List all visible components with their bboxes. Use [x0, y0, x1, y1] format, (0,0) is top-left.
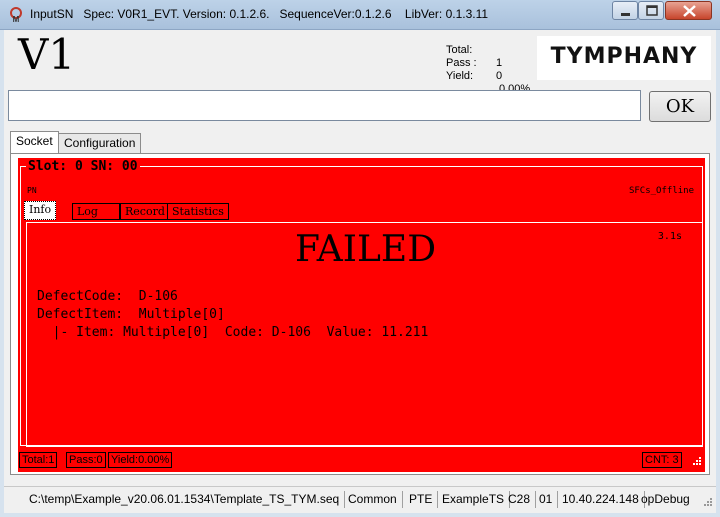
status-yield: Yield:0.00% — [108, 452, 173, 468]
title-bar[interactable]: M InputSN Spec: V0R1_EVT. Version: 0.1.2… — [0, 0, 720, 30]
mode-label: SFCs_Offline — [628, 186, 694, 196]
status-pass: Pass:0 — [66, 452, 106, 468]
station-name: V1 — [18, 30, 76, 79]
ok-button[interactable]: OK — [649, 91, 711, 122]
status-common: Common — [343, 491, 403, 508]
slot-title: Slot: 0 SN: 00 — [26, 159, 140, 174]
svg-text:M: M — [13, 15, 20, 23]
maximize-button[interactable] — [638, 1, 664, 20]
stat-yield: Yield: 0.00% — [446, 57, 530, 95]
stat-total: Total: 1 — [446, 31, 502, 69]
minimize-button[interactable] — [612, 1, 638, 20]
socket-frame: PN SFCs_Offline Info Log Record Statisti… — [20, 166, 703, 447]
status-total: Total:1 — [19, 452, 58, 468]
window-title: InputSN Spec: V0R1_EVT. Version: 0.1.2.6… — [30, 7, 489, 21]
app-icon: M — [10, 7, 22, 23]
subtab-statistics[interactable]: Statistics — [167, 203, 229, 220]
subtab-log[interactable]: Log — [72, 203, 120, 220]
status-01: 01 — [534, 491, 559, 508]
stat-pass: Pass : 0 — [446, 44, 502, 82]
close-button[interactable] — [665, 1, 712, 20]
company-logo: TYMPHANY — [537, 36, 711, 80]
close-icon — [683, 5, 696, 17]
defect-item: DefectItem: Multiple[0] — [37, 307, 225, 322]
stat-label: Yield: — [446, 70, 474, 82]
maximize-icon — [646, 5, 658, 16]
resize-grip-icon[interactable] — [690, 456, 702, 468]
pn-label: PN — [27, 186, 37, 195]
minimize-icon — [621, 13, 630, 16]
status-count: CNT: 3 — [642, 452, 682, 468]
serial-number-input[interactable] — [8, 90, 641, 121]
defect-code: DefectCode: D-106 — [37, 289, 178, 304]
logo-text: TYMPHANY — [550, 44, 698, 69]
elapsed-time: 3.1s — [657, 231, 682, 242]
defect-item-detail: |- Item: Multiple[0] Code: D-106 Value: … — [37, 325, 429, 340]
status-ip-address: 10.40.224.148 — [557, 491, 645, 508]
status-mode: opDebug — [641, 492, 690, 506]
tab-configuration[interactable]: Configuration — [58, 133, 142, 153]
status-c28: C28 — [503, 491, 537, 508]
subtab-record[interactable]: Record — [120, 203, 170, 220]
info-area: FAILED 3.1s DefectCode: D-106 DefectItem… — [26, 222, 703, 447]
status-example-ts: ExampleTS — [437, 491, 511, 508]
resize-grip-icon[interactable] — [701, 497, 713, 509]
status-pte: PTE — [404, 491, 439, 508]
subtab-info[interactable]: Info — [24, 201, 57, 220]
test-result: FAILED — [294, 229, 437, 270]
yield-stats: Total: 1 Pass : 0 Yield: 0.00% — [446, 31, 530, 95]
tab-socket[interactable]: Socket — [10, 131, 59, 154]
status-sequence-path: C:\temp\Example_v20.06.01.1534\Template_… — [24, 491, 346, 508]
status-bar: C:\temp\Example_v20.06.01.1534\Template_… — [4, 486, 716, 510]
socket-panel: PN SFCs_Offline Info Log Record Statisti… — [18, 158, 705, 472]
